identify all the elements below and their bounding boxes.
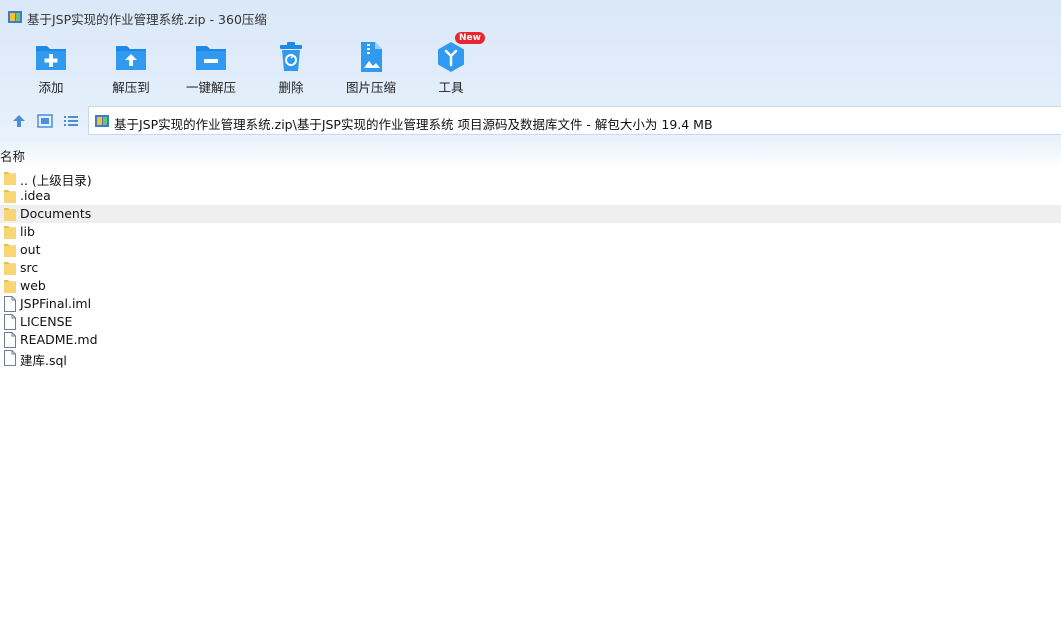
add-button[interactable]: 添加 xyxy=(11,36,91,100)
file-row[interactable]: web xyxy=(0,277,1061,295)
file-name: README.md xyxy=(20,332,98,347)
file-name: JSPFinal.iml xyxy=(20,296,92,311)
new-badge: New xyxy=(455,32,485,44)
folder-icon xyxy=(4,208,16,221)
folder-icon xyxy=(4,262,16,275)
file-name: src xyxy=(20,260,39,275)
tools-label: 工具 xyxy=(438,80,464,95)
file-row[interactable]: Documents xyxy=(0,205,1061,223)
file-row[interactable]: src xyxy=(0,259,1061,277)
address-bar[interactable]: 基于JSP实现的作业管理系统.zip\基于JSP实现的作业管理系统 项目源码及数… xyxy=(88,106,1061,135)
image-compress-label: 图片压缩 xyxy=(345,80,396,95)
file-icon xyxy=(4,350,16,366)
file-row[interactable]: .idea xyxy=(0,187,1061,205)
zip-app-icon xyxy=(8,11,22,23)
file-row[interactable]: 建库.sql xyxy=(0,349,1061,368)
image-compress-icon xyxy=(361,42,382,72)
tools-icon xyxy=(438,42,464,72)
file-name: out xyxy=(20,242,41,257)
thumbnail-view-icon[interactable] xyxy=(36,112,54,130)
one-click-extract-label: 一键解压 xyxy=(185,80,236,95)
file-row[interactable]: LICENSE xyxy=(0,313,1061,331)
one-click-extract-button[interactable]: 一键解压 xyxy=(171,36,251,100)
address-path: 基于JSP实现的作业管理系统.zip\基于JSP实现的作业管理系统 项目源码及数… xyxy=(114,117,713,132)
column-header-name[interactable]: 名称 xyxy=(0,146,25,164)
trash-icon xyxy=(280,42,302,71)
file-name: Documents xyxy=(20,206,92,221)
folder-icon xyxy=(4,190,16,203)
image-compress-button[interactable]: 图片压缩 xyxy=(331,36,411,100)
file-row[interactable]: .. (上级目录) xyxy=(0,169,1061,188)
extract-to-button[interactable]: 解压到 xyxy=(91,36,171,100)
file-icon xyxy=(4,296,16,312)
window-title: 基于JSP实现的作业管理系统.zip - 360压缩 xyxy=(27,12,267,27)
one-click-extract-icon xyxy=(196,46,226,70)
file-name: web xyxy=(20,278,46,293)
extract-to-icon xyxy=(116,46,146,70)
up-arrow-icon[interactable] xyxy=(10,112,28,130)
file-name: .idea xyxy=(20,188,51,203)
file-icon xyxy=(4,314,16,330)
file-row[interactable]: lib xyxy=(0,223,1061,241)
delete-label: 删除 xyxy=(278,80,304,95)
file-list: .. (上级目录) .idea Documents lib out src web JSPFi… xyxy=(0,169,1061,368)
file-icon xyxy=(4,332,16,348)
folder-icon xyxy=(4,244,16,257)
title-bar: 基于JSP实现的作业管理系统.zip - 360压缩 xyxy=(0,0,1061,34)
folder-icon xyxy=(4,226,16,239)
add-label: 添加 xyxy=(38,80,64,95)
folder-icon xyxy=(4,280,16,293)
tools-button[interactable]: New 工具 xyxy=(411,32,491,100)
delete-button[interactable]: 删除 xyxy=(251,36,331,100)
file-name: LICENSE xyxy=(20,314,73,329)
folder-icon xyxy=(4,172,16,185)
file-row[interactable]: README.md xyxy=(0,331,1061,349)
file-row[interactable]: out xyxy=(0,241,1061,259)
add-folder-icon xyxy=(36,46,66,70)
zip-archive-icon xyxy=(95,115,109,127)
file-name: lib xyxy=(20,224,35,239)
file-name: 建库.sql xyxy=(20,353,67,368)
list-view-icon[interactable] xyxy=(62,112,80,130)
file-row[interactable]: JSPFinal.iml xyxy=(0,295,1061,313)
extract-to-label: 解压到 xyxy=(112,80,150,95)
